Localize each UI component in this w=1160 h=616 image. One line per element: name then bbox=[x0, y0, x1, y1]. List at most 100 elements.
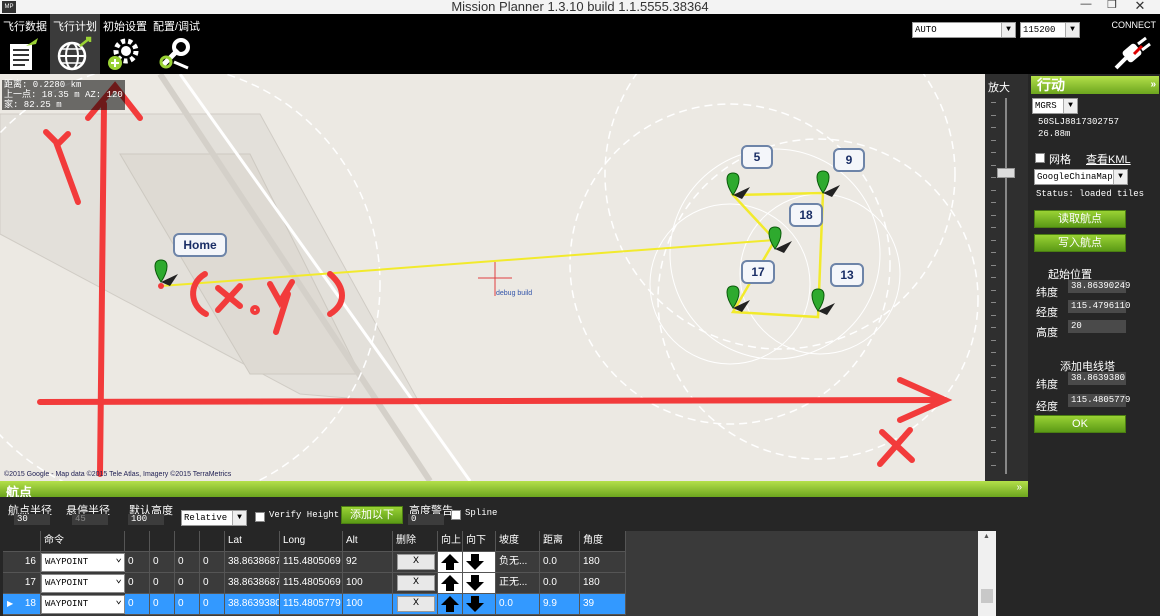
grid-cell-lon[interactable]: 115.4805069 bbox=[280, 573, 343, 594]
menu-flight-data[interactable]: 飞行数据 bbox=[0, 14, 50, 74]
grid-cell-alt[interactable]: 100 bbox=[343, 594, 393, 615]
zoom-track[interactable] bbox=[1005, 98, 1007, 474]
command-select[interactable]: WAYPOINT ⌄ bbox=[41, 574, 125, 593]
grid-cell-p1[interactable]: 0 bbox=[125, 573, 150, 594]
grid-column-header[interactable] bbox=[125, 531, 150, 552]
grid-column-header[interactable]: 向上 bbox=[438, 531, 463, 552]
expand-chevron-icon[interactable]: » bbox=[1150, 76, 1156, 94]
grid-cell-lat[interactable]: 38.8638687 bbox=[225, 552, 280, 573]
grid-cell-alt[interactable]: 92 bbox=[343, 552, 393, 573]
delete-row-button[interactable]: X bbox=[397, 596, 435, 612]
menu-flight-plan[interactable]: 飞行计划 bbox=[50, 14, 100, 74]
waypoint-label-17[interactable]: 17 bbox=[741, 260, 775, 284]
grid-column-header[interactable]: Alt bbox=[343, 531, 393, 552]
grid-cell-alt[interactable]: 100 bbox=[343, 573, 393, 594]
grid-cell-p3[interactable]: 0 bbox=[175, 552, 200, 573]
grid-column-header[interactable] bbox=[150, 531, 175, 552]
grid-column-header[interactable]: 删除 bbox=[393, 531, 438, 552]
grid-cell-p2[interactable]: 0 bbox=[150, 594, 175, 615]
grid-cell-angle[interactable]: 39 bbox=[580, 594, 626, 615]
home-label[interactable]: Home bbox=[173, 233, 227, 257]
grid-cell-grad[interactable]: 0.0 bbox=[496, 594, 540, 615]
grid-cell-dist[interactable]: 0.0 bbox=[540, 552, 580, 573]
grid-cell-p2[interactable]: 0 bbox=[150, 573, 175, 594]
waypoint-label-9[interactable]: 9 bbox=[833, 148, 865, 172]
grid-cell-grad[interactable]: 负无... bbox=[496, 552, 540, 573]
arrow-up-icon[interactable] bbox=[440, 574, 460, 592]
write-waypoints-button[interactable]: 写入航点 bbox=[1034, 234, 1126, 252]
grid-column-header[interactable]: Long bbox=[280, 531, 343, 552]
minimize-icon[interactable]: — bbox=[1076, 0, 1096, 10]
grid-cell-dist[interactable]: 9.9 bbox=[540, 594, 580, 615]
default-alt-input[interactable]: 100 bbox=[128, 514, 164, 525]
grid-cell-p1[interactable]: 0 bbox=[125, 552, 150, 573]
arrow-up-icon[interactable] bbox=[440, 553, 460, 571]
grid-cell-lon[interactable]: 115.4805779 bbox=[280, 594, 343, 615]
waypoint-label-5[interactable]: 5 bbox=[741, 145, 773, 169]
add-below-button[interactable]: 添加以下 bbox=[341, 506, 403, 524]
close-icon[interactable]: ✕ bbox=[1130, 0, 1150, 14]
wp-radius-input[interactable]: 30 bbox=[14, 514, 50, 525]
command-select[interactable]: WAYPOINT ⌄ bbox=[41, 553, 125, 572]
arrow-down-icon[interactable] bbox=[465, 595, 485, 613]
home-alt-input[interactable]: 20 bbox=[1068, 320, 1126, 333]
loiter-radius-input[interactable]: 45 bbox=[72, 514, 108, 525]
grid-cell-p4[interactable]: 0 bbox=[200, 573, 225, 594]
tower-lat-input[interactable]: 38.8639380 bbox=[1068, 372, 1126, 385]
connect-plug-icon[interactable] bbox=[1112, 36, 1156, 72]
map-provider-select[interactable]: GoogleChinaMap ▼ bbox=[1034, 169, 1128, 185]
home-lon-input[interactable]: 115.4796110 bbox=[1068, 300, 1130, 313]
grid-cell-dist[interactable]: 0.0 bbox=[540, 573, 580, 594]
tower-lon-input[interactable]: 115.4805779 bbox=[1068, 394, 1130, 407]
grid-cell-p1[interactable]: 0 bbox=[125, 594, 150, 615]
maximize-icon[interactable]: ❐ bbox=[1102, 0, 1122, 11]
arrow-down-icon[interactable] bbox=[465, 574, 485, 592]
grid-cell-angle[interactable]: 180 bbox=[580, 552, 626, 573]
verify-height-checkbox[interactable] bbox=[255, 512, 265, 522]
command-select[interactable]: WAYPOINT ⌄ bbox=[41, 595, 125, 614]
grid-column-header[interactable] bbox=[200, 531, 225, 552]
grid-column-header[interactable] bbox=[175, 531, 200, 552]
view-kml-link[interactable]: 查看KML bbox=[1086, 151, 1131, 167]
grid-cell-lat[interactable]: 38.8638687 bbox=[225, 573, 280, 594]
baud-select[interactable]: 115200 ▼ bbox=[1020, 22, 1080, 38]
home-lat-input[interactable]: 38.86390249 bbox=[1068, 280, 1130, 293]
grid-cell-angle[interactable]: 180 bbox=[580, 573, 626, 594]
coord-system-select[interactable]: MGRS ▼ bbox=[1032, 98, 1078, 114]
grid-cell-p3[interactable]: 0 bbox=[175, 573, 200, 594]
grid-column-header[interactable]: 向下 bbox=[463, 531, 496, 552]
grid-cell-lon[interactable]: 115.4805069 bbox=[280, 552, 343, 573]
row-number[interactable]: 18 ▶ bbox=[3, 594, 41, 615]
grid-column-header[interactable]: 坡度 bbox=[496, 531, 540, 552]
spline-checkbox[interactable] bbox=[451, 510, 461, 520]
port-select[interactable]: AUTO ▼ bbox=[912, 22, 1016, 38]
grid-cell-grad[interactable]: 正无... bbox=[496, 573, 540, 594]
ok-button[interactable]: OK bbox=[1034, 415, 1126, 433]
menu-initial-setup[interactable]: 初始设置 bbox=[100, 14, 150, 74]
map-view[interactable]: 距离: 0.2280 km 上一点: 18.35 m AZ: 120 家: 82… bbox=[0, 74, 985, 481]
grid-column-header[interactable] bbox=[3, 531, 41, 552]
grid-scrollbar[interactable]: ▲ bbox=[978, 531, 996, 616]
collapse-chevron-icon[interactable]: » bbox=[1016, 482, 1022, 493]
waypoint-label-13[interactable]: 13 bbox=[830, 263, 864, 287]
row-number[interactable]: 16 bbox=[3, 552, 41, 573]
grid-cell-lat[interactable]: 38.8639380 bbox=[225, 594, 280, 615]
grid-column-header[interactable]: 命令 bbox=[41, 531, 125, 552]
read-waypoints-button[interactable]: 读取航点 bbox=[1034, 210, 1126, 228]
alt-mode-select[interactable]: Relative ▼ bbox=[181, 510, 247, 526]
delete-row-button[interactable]: X bbox=[397, 575, 435, 591]
grid-checkbox[interactable] bbox=[1035, 153, 1045, 163]
menu-config-tuning[interactable]: 配置/调试 bbox=[150, 14, 200, 74]
arrow-up-icon[interactable] bbox=[440, 595, 460, 613]
waypoint-label-18[interactable]: 18 bbox=[789, 203, 823, 227]
row-number[interactable]: 17 bbox=[3, 573, 41, 594]
arrow-down-icon[interactable] bbox=[465, 553, 485, 571]
grid-cell-p4[interactable]: 0 bbox=[200, 594, 225, 615]
grid-cell-p4[interactable]: 0 bbox=[200, 552, 225, 573]
alt-warn-input[interactable]: 0 bbox=[408, 514, 444, 525]
grid-column-header[interactable]: Lat bbox=[225, 531, 280, 552]
zoom-slider-thumb[interactable] bbox=[997, 168, 1015, 178]
grid-column-header[interactable]: 角度 bbox=[580, 531, 626, 552]
delete-row-button[interactable]: X bbox=[397, 554, 435, 570]
grid-cell-p2[interactable]: 0 bbox=[150, 552, 175, 573]
